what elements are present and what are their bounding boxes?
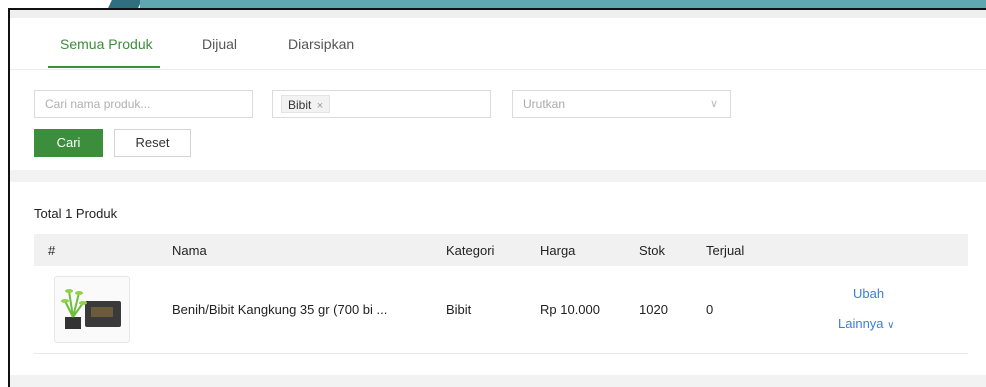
category-tag-label: Bibit (288, 98, 312, 112)
more-actions-link[interactable]: Lainnya ∨ (838, 316, 895, 331)
header-index: # (48, 243, 56, 258)
category-select[interactable]: Bibit × (272, 90, 491, 118)
tab-bar: Semua Produk Dijual Diarsipkan (10, 26, 986, 70)
header-stok: Stok (639, 243, 666, 258)
product-name: Benih/Bibit Kangkung 35 gr (700 bi ... (172, 302, 388, 317)
total-products: Total 1 Produk (34, 206, 118, 221)
tab-diarsipkan[interactable]: Diarsipkan (288, 36, 354, 52)
product-price: Rp 10.000 (540, 302, 600, 317)
category-tag: Bibit × (281, 95, 331, 113)
more-actions-label: Lainnya (838, 316, 884, 331)
filter-card: Semua Produk Dijual Diarsipkan Bibit × U… (10, 10, 986, 170)
tab-semua-produk[interactable]: Semua Produk (60, 36, 153, 52)
search-button[interactable]: Cari (34, 129, 103, 157)
search-input[interactable] (45, 97, 252, 111)
sort-placeholder: Urutkan (523, 97, 566, 111)
tab-dijual[interactable]: Dijual (202, 36, 237, 52)
tag-close-icon[interactable]: × (317, 100, 323, 112)
reset-button[interactable]: Reset (114, 129, 191, 157)
search-field[interactable] (34, 90, 253, 118)
product-stock: 1020 (639, 302, 668, 317)
header-nama: Nama (172, 243, 207, 258)
active-tab-indicator (48, 66, 160, 68)
chevron-down-icon: ∨ (887, 320, 895, 331)
header-terjual: Terjual (706, 243, 745, 258)
product-category: Bibit (446, 302, 472, 317)
seedling-package-icon (61, 289, 121, 329)
decor-notch (108, 0, 142, 8)
header-kategori: Kategori (446, 243, 495, 258)
table-row: Benih/Bibit Kangkung 35 gr (700 bi ... B… (34, 266, 968, 354)
edit-link[interactable]: Ubah (853, 286, 884, 301)
chevron-down-icon: ∨ (709, 98, 718, 110)
product-sold: 0 (706, 302, 714, 317)
bottom-strip (10, 375, 986, 387)
header-harga: Harga (540, 243, 576, 258)
product-thumbnail[interactable] (54, 276, 130, 343)
product-list-card: Total 1 Produk # Nama Kategori Harga Sto… (10, 182, 986, 375)
decor-band (140, 0, 986, 8)
table-header: # Nama Kategori Harga Stok Terjual (34, 234, 968, 266)
sort-select[interactable]: Urutkan ∨ (512, 90, 731, 118)
